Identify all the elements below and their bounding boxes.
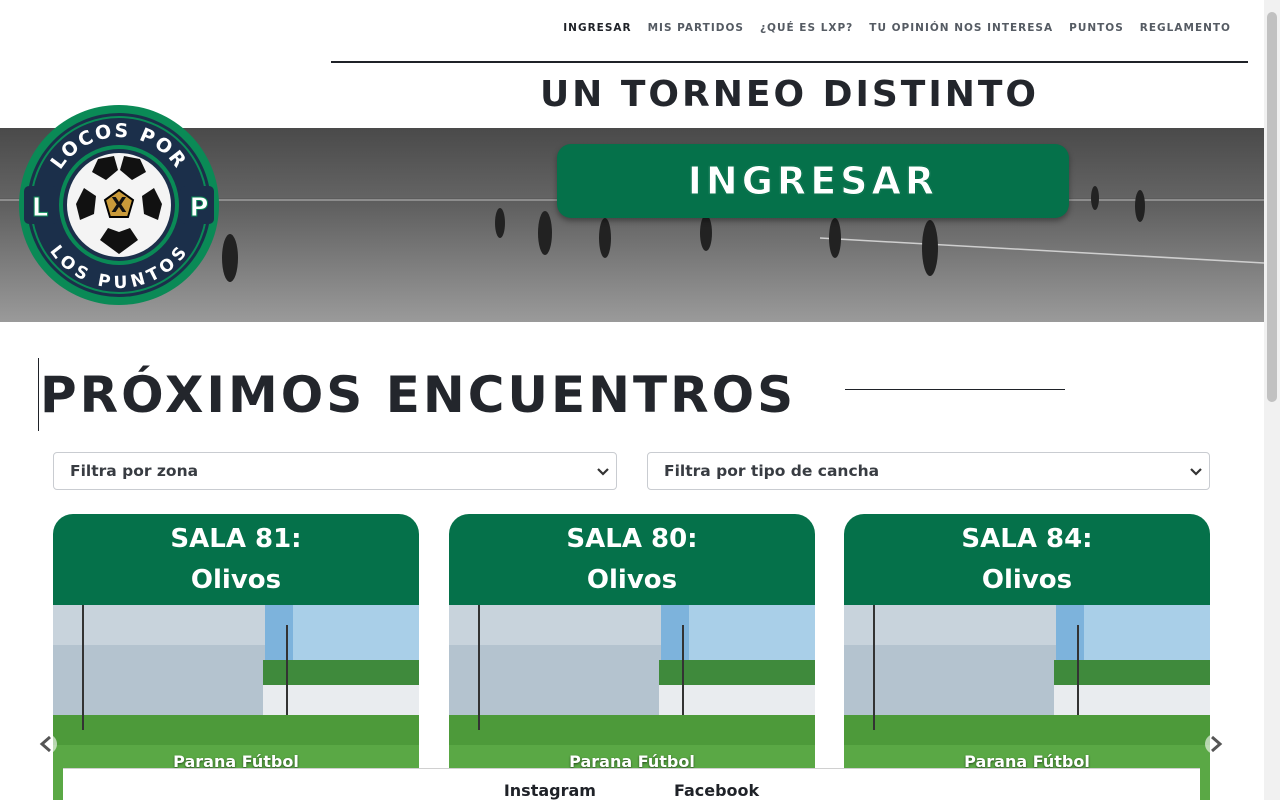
- match-card[interactable]: SALA 84: Olivos Parana Fútbol: [844, 514, 1210, 800]
- instagram-link[interactable]: Instagram: [504, 781, 596, 800]
- chevron-right-icon[interactable]: [1204, 733, 1226, 755]
- section-right-rule: [845, 389, 1065, 390]
- match-card-header: SALA 80: Olivos: [449, 514, 815, 605]
- section-title: PRÓXIMOS ENCUENTROS: [40, 366, 797, 424]
- logo-right-letter: P: [189, 193, 208, 223]
- facebook-link[interactable]: Facebook: [674, 781, 759, 800]
- match-card-room: SALA 80:: [566, 523, 698, 554]
- top-nav: INGRESAR MIS PARTIDOS ¿QUÉ ES LXP? TU OP…: [563, 22, 1231, 34]
- nav-mis-partidos[interactable]: MIS PARTIDOS: [648, 22, 744, 34]
- ingresar-button-label: INGRESAR: [687, 159, 939, 204]
- hero-tagline: UN TORNEO DISTINTO: [539, 74, 1040, 115]
- zone-filter-select[interactable]: Filtra por zona: [53, 452, 617, 490]
- section-left-rule: [38, 358, 39, 431]
- nav-reglamento[interactable]: REGLAMENTO: [1140, 22, 1231, 34]
- match-card-location: Olivos: [190, 564, 282, 595]
- social-footer: Instagram Facebook: [63, 768, 1200, 800]
- match-card[interactable]: SALA 80: Olivos Parana Fútbol: [449, 514, 815, 800]
- nav-tu-opinion[interactable]: TU OPINIÓN NOS INTERESA: [869, 22, 1053, 34]
- page-scrollbar[interactable]: [1264, 0, 1280, 800]
- match-card-room: SALA 81:: [170, 523, 302, 554]
- match-card-header: SALA 84: Olivos: [844, 514, 1210, 605]
- zone-filter-value: Filtra por zona: [70, 462, 199, 480]
- chevron-down-icon: [597, 468, 609, 476]
- chevron-left-icon[interactable]: [36, 733, 58, 755]
- ingresar-button[interactable]: INGRESAR: [557, 144, 1069, 218]
- scrollbar-thumb[interactable]: [1267, 12, 1277, 402]
- match-card-header: SALA 81: Olivos: [53, 514, 419, 605]
- logo-center-letter: X: [111, 193, 127, 217]
- nav-que-es-lxp[interactable]: ¿QUÉ ES LXP?: [760, 22, 853, 34]
- lxp-logo[interactable]: LOCOS POR LOS PUNTOS X L P: [18, 104, 220, 306]
- field-type-filter-select[interactable]: Filtra por tipo de cancha: [647, 452, 1210, 490]
- match-card-location: Olivos: [586, 564, 678, 595]
- chevron-down-icon: [1190, 468, 1202, 476]
- nav-puntos[interactable]: PUNTOS: [1069, 22, 1124, 34]
- nav-divider: [331, 61, 1248, 63]
- match-card[interactable]: SALA 81: Olivos Parana Fútbol: [53, 514, 419, 800]
- nav-ingresar[interactable]: INGRESAR: [563, 22, 631, 34]
- match-card-room: SALA 84:: [961, 523, 1093, 554]
- field-type-filter-value: Filtra por tipo de cancha: [664, 462, 880, 480]
- match-card-location: Olivos: [981, 564, 1073, 595]
- logo-left-letter: L: [32, 193, 49, 223]
